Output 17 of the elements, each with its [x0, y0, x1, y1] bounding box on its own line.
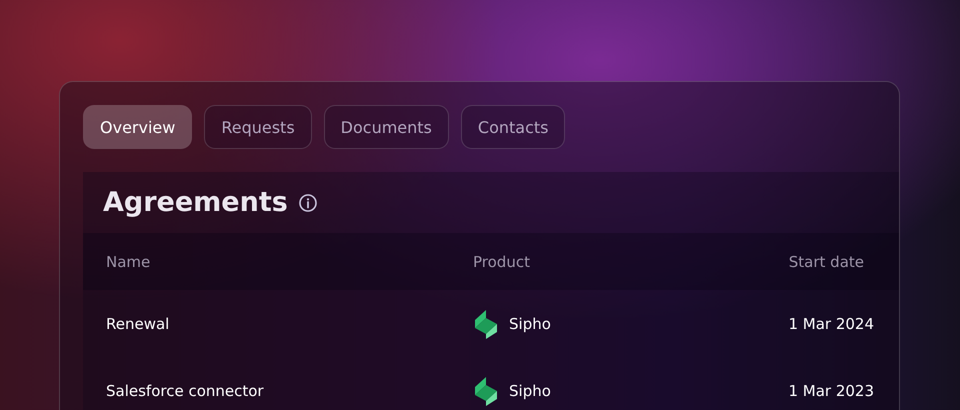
column-header: Name: [106, 252, 152, 270]
tab[interactable]: Requests: [204, 105, 312, 149]
tab[interactable]: Contacts: [460, 105, 566, 149]
table-cell: Sipho: [509, 314, 551, 332]
column-header: Start date: [788, 252, 864, 270]
column-header: Product: [473, 252, 531, 270]
table-cell: 1 Mar 2023: [788, 382, 874, 400]
info-icon[interactable]: [298, 192, 318, 212]
table-cell-text: Salesforce connector: [106, 382, 265, 400]
product-logo-icon: [473, 308, 499, 340]
tab[interactable]: Overview: [83, 105, 192, 149]
table-cell: Sipho: [509, 382, 551, 400]
product-logo-icon: [473, 374, 499, 406]
tab[interactable]: Documents: [324, 105, 449, 149]
section-title: Agreements: [103, 187, 288, 218]
table-cell-text: Renewal: [106, 314, 170, 332]
table-cell: 1 Mar 2024: [788, 314, 874, 332]
